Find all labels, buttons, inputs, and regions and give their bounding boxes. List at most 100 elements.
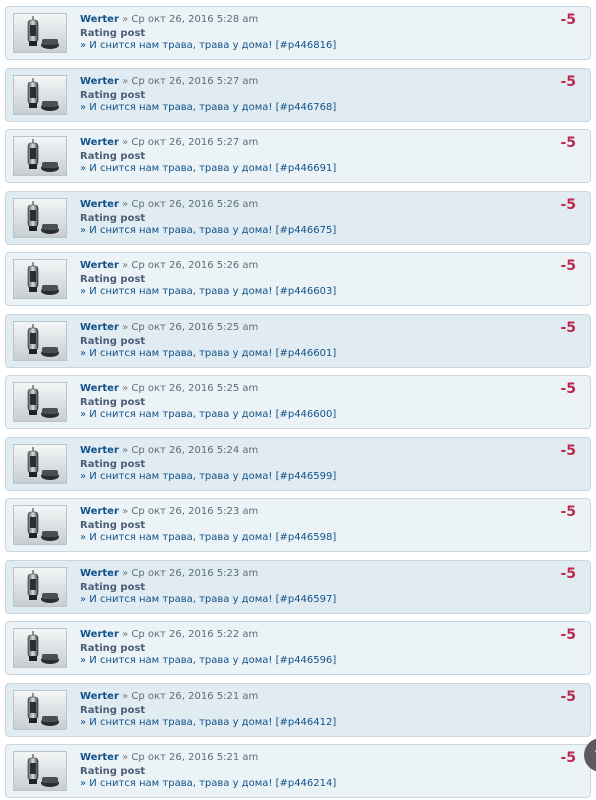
- rating-row: Werter » Ср окт 26, 2016 5:23 am Rating …: [5, 498, 591, 552]
- author-link[interactable]: Werter: [80, 76, 119, 87]
- rating-row: Werter » Ср окт 26, 2016 5:23 am Rating …: [5, 560, 591, 614]
- separator: »: [122, 691, 129, 702]
- avatar[interactable]: [13, 382, 67, 422]
- action-label: Rating post: [80, 213, 146, 224]
- author-link[interactable]: Werter: [80, 691, 119, 702]
- rating-row: Werter » Ср окт 26, 2016 5:28 am Rating …: [5, 6, 591, 60]
- avatar[interactable]: [13, 136, 67, 176]
- rating-score: -5: [560, 627, 576, 643]
- action-label: Rating post: [80, 151, 146, 162]
- rating-score: -5: [560, 381, 576, 397]
- topic-link[interactable]: » И снится нам трава, трава у дома! [#p4…: [80, 225, 336, 236]
- rating-row: Werter » Ср окт 26, 2016 5:21 am Rating …: [5, 744, 591, 798]
- rating-score: -5: [560, 74, 576, 90]
- author-link[interactable]: Werter: [80, 199, 119, 210]
- topic-link[interactable]: » И снится нам трава, трава у дома! [#p4…: [80, 163, 336, 174]
- topic-link[interactable]: » И снится нам трава, трава у дома! [#p4…: [80, 778, 336, 789]
- avatar[interactable]: [13, 75, 67, 115]
- action-label: Rating post: [80, 643, 146, 654]
- post-date: Ср окт 26, 2016 5:24 am: [131, 445, 259, 456]
- avatar[interactable]: [13, 690, 67, 730]
- post-meta: Werter » Ср окт 26, 2016 5:26 am: [80, 199, 258, 210]
- post-date: Ср окт 26, 2016 5:25 am: [131, 383, 259, 394]
- avatar[interactable]: [13, 505, 67, 545]
- post-date: Ср окт 26, 2016 5:23 am: [131, 506, 259, 517]
- avatar[interactable]: [13, 321, 67, 361]
- post-meta: Werter » Ср окт 26, 2016 5:24 am: [80, 445, 258, 456]
- post-meta: Werter » Ср окт 26, 2016 5:27 am: [80, 137, 258, 148]
- author-link[interactable]: Werter: [80, 322, 119, 333]
- post-date: Ср окт 26, 2016 5:26 am: [131, 260, 259, 271]
- separator: »: [122, 383, 129, 394]
- post-meta: Werter » Ср окт 26, 2016 5:27 am: [80, 76, 258, 87]
- avatar[interactable]: [13, 444, 67, 484]
- separator: »: [122, 199, 129, 210]
- action-label: Rating post: [80, 705, 146, 716]
- action-label: Rating post: [80, 520, 146, 531]
- action-label: Rating post: [80, 459, 146, 470]
- rating-row: Werter » Ср окт 26, 2016 5:22 am Rating …: [5, 621, 591, 675]
- separator: »: [122, 506, 129, 517]
- action-label: Rating post: [80, 90, 146, 101]
- author-link[interactable]: Werter: [80, 260, 119, 271]
- author-link[interactable]: Werter: [80, 629, 119, 640]
- separator: »: [122, 322, 129, 333]
- separator: »: [122, 14, 129, 25]
- post-date: Ср окт 26, 2016 5:25 am: [131, 322, 259, 333]
- avatar[interactable]: [13, 13, 67, 53]
- rating-score: -5: [560, 689, 576, 705]
- topic-link[interactable]: » И снится нам трава, трава у дома! [#p4…: [80, 40, 336, 51]
- avatar[interactable]: [13, 628, 67, 668]
- post-date: Ср окт 26, 2016 5:28 am: [131, 14, 259, 25]
- post-date: Ср окт 26, 2016 5:21 am: [131, 691, 259, 702]
- topic-link[interactable]: » И снится нам трава, трава у дома! [#p4…: [80, 286, 336, 297]
- rating-score: -5: [560, 566, 576, 582]
- avatar[interactable]: [13, 567, 67, 607]
- separator: »: [122, 445, 129, 456]
- rating-score: -5: [560, 12, 576, 28]
- avatar[interactable]: [13, 751, 67, 791]
- author-link[interactable]: Werter: [80, 445, 119, 456]
- topic-link[interactable]: » И снится нам трава, трава у дома! [#p4…: [80, 471, 336, 482]
- rating-row: Werter » Ср окт 26, 2016 5:26 am Rating …: [5, 252, 591, 306]
- topic-link[interactable]: » И снится нам трава, трава у дома! [#p4…: [80, 102, 336, 113]
- author-link[interactable]: Werter: [80, 14, 119, 25]
- topic-link[interactable]: » И снится нам трава, трава у дома! [#p4…: [80, 717, 336, 728]
- rating-score: -5: [560, 258, 576, 274]
- topic-link[interactable]: » И снится нам трава, трава у дома! [#p4…: [80, 348, 336, 359]
- rating-score: -5: [560, 504, 576, 520]
- post-date: Ср окт 26, 2016 5:21 am: [131, 752, 259, 763]
- rating-score: -5: [560, 320, 576, 336]
- rating-score: -5: [560, 135, 576, 151]
- avatar[interactable]: [13, 198, 67, 238]
- post-date: Ср окт 26, 2016 5:27 am: [131, 76, 259, 87]
- avatar[interactable]: [13, 259, 67, 299]
- separator: »: [122, 137, 129, 148]
- separator: »: [122, 568, 129, 579]
- topic-link[interactable]: » И снится нам трава, трава у дома! [#p4…: [80, 532, 336, 543]
- post-date: Ср окт 26, 2016 5:27 am: [131, 137, 259, 148]
- post-meta: Werter » Ср окт 26, 2016 5:28 am: [80, 14, 258, 25]
- author-link[interactable]: Werter: [80, 383, 119, 394]
- author-link[interactable]: Werter: [80, 752, 119, 763]
- post-date: Ср окт 26, 2016 5:26 am: [131, 199, 259, 210]
- action-label: Rating post: [80, 336, 146, 347]
- author-link[interactable]: Werter: [80, 506, 119, 517]
- chevron-up-icon: ⌃: [592, 747, 596, 763]
- post-meta: Werter » Ср окт 26, 2016 5:25 am: [80, 322, 258, 333]
- topic-link[interactable]: » И снится нам трава, трава у дома! [#p4…: [80, 594, 336, 605]
- topic-link[interactable]: » И снится нам трава, трава у дома! [#p4…: [80, 409, 336, 420]
- post-date: Ср окт 26, 2016 5:23 am: [131, 568, 259, 579]
- separator: »: [122, 260, 129, 271]
- rating-row: Werter » Ср окт 26, 2016 5:27 am Rating …: [5, 129, 591, 183]
- rating-row: Werter » Ср окт 26, 2016 5:25 am Rating …: [5, 375, 591, 429]
- author-link[interactable]: Werter: [80, 568, 119, 579]
- action-label: Rating post: [80, 766, 146, 777]
- action-label: Rating post: [80, 274, 146, 285]
- separator: »: [122, 76, 129, 87]
- action-label: Rating post: [80, 28, 146, 39]
- post-meta: Werter » Ср окт 26, 2016 5:21 am: [80, 691, 258, 702]
- topic-link[interactable]: » И снится нам трава, трава у дома! [#p4…: [80, 655, 336, 666]
- author-link[interactable]: Werter: [80, 137, 119, 148]
- post-meta: Werter » Ср окт 26, 2016 5:23 am: [80, 568, 258, 579]
